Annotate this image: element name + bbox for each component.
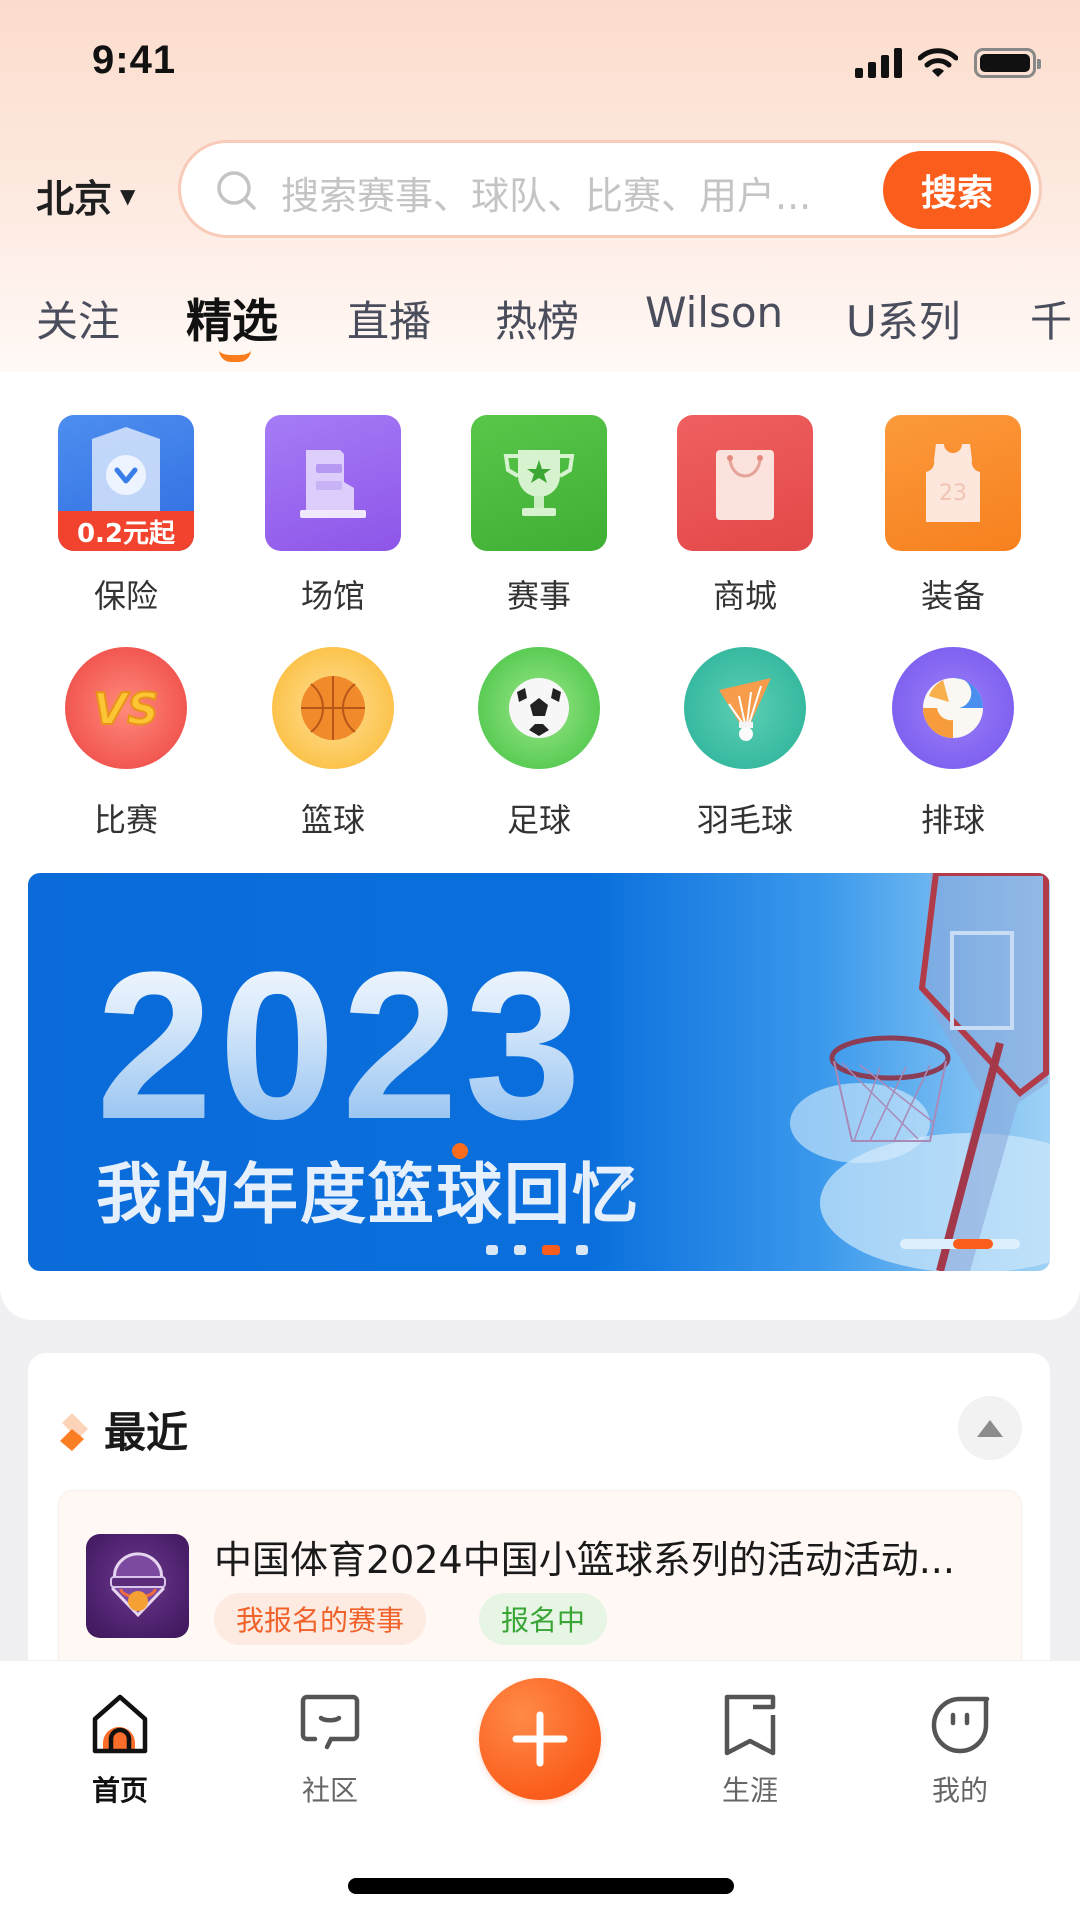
entry-label: 赛事 bbox=[506, 577, 571, 615]
tab-featured[interactable]: 精选 bbox=[186, 288, 278, 351]
search-icon bbox=[217, 171, 256, 210]
entry-basketball[interactable]: 篮球 bbox=[243, 647, 423, 841]
category-tabs: 关注 精选 直播 热榜 Wilson U系列 千 bbox=[0, 288, 1080, 368]
wifi-icon bbox=[918, 48, 958, 77]
section-title: 最近 bbox=[104, 1408, 189, 1457]
entry-equipment[interactable]: 23 装备 bbox=[863, 415, 1043, 617]
promo-banner[interactable]: 2023 我的年度篮球回忆 › bbox=[28, 873, 1050, 1271]
signal-icon bbox=[855, 48, 902, 78]
entry-events[interactable]: 赛事 bbox=[449, 415, 629, 617]
venue-building-icon bbox=[265, 415, 401, 551]
entry-mall[interactable]: 商城 bbox=[655, 415, 835, 617]
plus-icon bbox=[512, 1711, 568, 1767]
badminton-icon bbox=[684, 647, 806, 769]
vs-icon: VS bbox=[65, 647, 187, 769]
search-bar[interactable]: 搜索赛事、球队、比赛、用户... 搜索 bbox=[178, 140, 1042, 238]
basketball-hoop-illustration bbox=[790, 873, 1050, 1271]
shopping-bag-icon bbox=[677, 415, 813, 551]
tag-registration-status: 报名中 bbox=[479, 1593, 608, 1645]
main-card: 0.2元起 保险 场馆 赛事 商城 23 装备 VS 比赛 篮球 足球 羽毛球 … bbox=[0, 372, 1080, 1320]
search-input[interactable]: 搜索赛事、球队、比赛、用户... bbox=[281, 165, 811, 220]
entry-label: 足球 bbox=[506, 801, 571, 839]
tab-hot[interactable]: 热榜 bbox=[495, 288, 579, 349]
nav-label: 社区 bbox=[301, 1774, 358, 1807]
active-tab-indicator bbox=[219, 350, 251, 362]
entry-label: 羽毛球 bbox=[696, 801, 793, 839]
carousel-dot-active[interactable] bbox=[542, 1245, 560, 1255]
event-title: 中国体育2024中国小篮球系列的活动活动... bbox=[214, 1538, 955, 1582]
career-bookmark-icon bbox=[724, 1694, 776, 1756]
price-badge: 0.2元起 bbox=[58, 511, 194, 551]
carousel-dot[interactable] bbox=[514, 1245, 526, 1255]
city-label: 北京 bbox=[36, 177, 113, 221]
carousel-dot[interactable] bbox=[486, 1245, 498, 1255]
entry-label: 商城 bbox=[712, 577, 777, 615]
create-post-button[interactable] bbox=[479, 1678, 601, 1800]
collapse-button[interactable] bbox=[958, 1396, 1022, 1460]
tag-my-event: 我报名的赛事 bbox=[214, 1593, 427, 1645]
status-bar: 9:41 bbox=[0, 0, 1080, 120]
entry-label: 保险 bbox=[93, 577, 158, 615]
nav-label: 我的 bbox=[931, 1774, 988, 1807]
entry-label: 排球 bbox=[920, 801, 985, 839]
battery-icon bbox=[974, 48, 1041, 78]
banner-caption: 我的年度篮球回忆 bbox=[96, 1156, 640, 1233]
banner-progress-track bbox=[900, 1239, 1020, 1249]
tab-follow[interactable]: 关注 bbox=[36, 288, 120, 349]
entry-soccer[interactable]: 足球 bbox=[449, 647, 629, 841]
entry-match[interactable]: VS 比赛 bbox=[36, 647, 216, 841]
community-chat-icon bbox=[300, 1694, 360, 1750]
section-diamond-icon bbox=[60, 1413, 88, 1451]
entry-insurance[interactable]: 0.2元起 保险 bbox=[36, 415, 216, 617]
nav-home[interactable]: 首页 bbox=[50, 1691, 190, 1809]
entry-label: 比赛 bbox=[93, 801, 158, 839]
event-logo bbox=[86, 1534, 189, 1638]
soccer-ball-icon bbox=[478, 647, 600, 769]
svg-text:23: 23 bbox=[939, 481, 967, 506]
search-button[interactable]: 搜索 bbox=[883, 151, 1031, 229]
city-selector[interactable]: 北京 ▼ bbox=[36, 168, 135, 223]
entry-venue[interactable]: 场馆 bbox=[243, 415, 423, 617]
tab-more[interactable]: 千 bbox=[1030, 288, 1072, 349]
nav-career[interactable]: 生涯 bbox=[680, 1691, 820, 1809]
trophy-icon bbox=[471, 415, 607, 551]
status-time: 9:41 bbox=[92, 38, 177, 82]
basketball-icon bbox=[272, 647, 394, 769]
nav-profile[interactable]: 我的 bbox=[890, 1691, 1030, 1809]
entry-volleyball[interactable]: 排球 bbox=[863, 647, 1043, 841]
banner-year: 2023 bbox=[96, 925, 587, 1167]
jersey-icon: 23 bbox=[885, 415, 1021, 551]
entry-label: 篮球 bbox=[300, 801, 365, 839]
nav-label: 生涯 bbox=[721, 1774, 778, 1807]
home-indicator bbox=[348, 1878, 734, 1894]
tab-wilson[interactable]: Wilson bbox=[645, 288, 783, 337]
profile-face-icon bbox=[931, 1696, 990, 1754]
entry-label: 装备 bbox=[920, 577, 985, 615]
home-icon bbox=[92, 1694, 148, 1754]
tab-u-series[interactable]: U系列 bbox=[846, 288, 961, 349]
volleyball-icon bbox=[892, 647, 1014, 769]
svg-text:VS: VS bbox=[93, 684, 159, 735]
triangle-up-icon bbox=[977, 1419, 1003, 1437]
nav-label: 首页 bbox=[91, 1774, 148, 1807]
status-icons bbox=[855, 48, 1041, 78]
chevron-right-icon: › bbox=[616, 1145, 638, 1208]
carousel-dot[interactable] bbox=[576, 1245, 588, 1255]
entry-label: 场馆 bbox=[300, 577, 365, 615]
banner-progress-thumb bbox=[953, 1239, 993, 1249]
nav-community[interactable]: 社区 bbox=[260, 1691, 400, 1809]
insurance-shield-icon: 0.2元起 bbox=[58, 415, 194, 551]
entry-badminton[interactable]: 羽毛球 bbox=[655, 647, 835, 841]
caret-down-icon: ▼ bbox=[120, 183, 136, 208]
tab-live[interactable]: 直播 bbox=[347, 288, 431, 349]
